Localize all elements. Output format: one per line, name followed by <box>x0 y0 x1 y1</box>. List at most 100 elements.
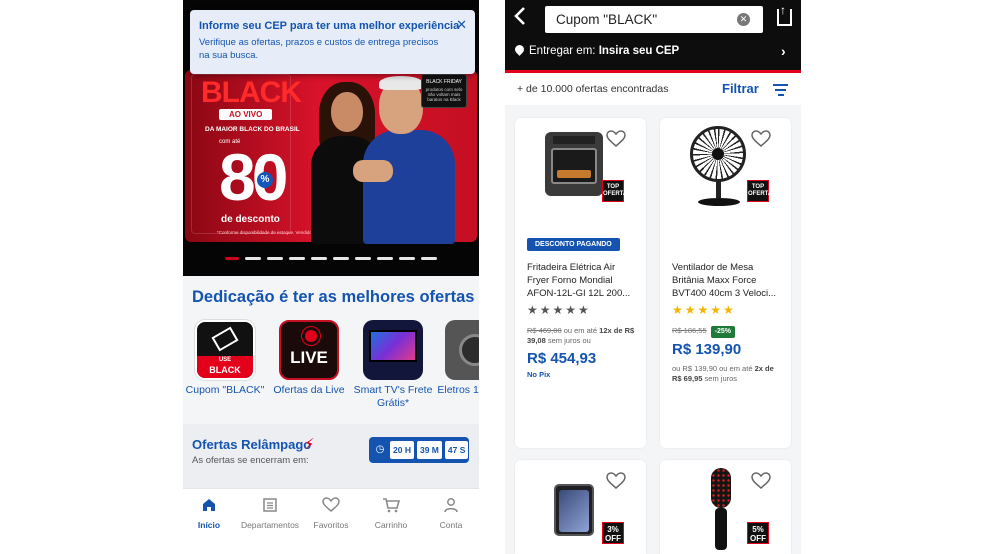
tab-departamentos[interactable]: Departamentos <box>240 497 300 530</box>
tab-label: Início <box>197 520 221 530</box>
banner-maior: DA MAIOR BLACK DO BRASIL <box>205 126 300 133</box>
carousel-dot[interactable] <box>333 257 349 260</box>
search-box[interactable]: ✕ <box>545 6 763 33</box>
cart-icon <box>361 497 421 517</box>
banner-percent-icon: % <box>257 172 273 188</box>
lightning-icon: ⚡ <box>304 436 315 453</box>
chevron-right-icon[interactable]: › <box>781 43 786 59</box>
category-label: Ofertas da Live <box>273 384 345 396</box>
product-name: Fritadeira Elétrica Air Fryer Forno Mond… <box>527 262 631 299</box>
back-arrow-icon[interactable] <box>514 6 526 32</box>
section-title: Dedicação é ter as melhores ofertas <box>192 288 475 306</box>
banner-man-arm <box>353 160 393 182</box>
alt-price: ou R$ 139,90 <box>672 364 718 373</box>
category-cupom-black[interactable]: USE BLACK Cupom "BLACK" <box>185 320 265 397</box>
discount-chip: -25% <box>710 326 735 338</box>
clock-icon: ◷ <box>375 444 385 455</box>
rating-stars: ★★★★★ <box>527 303 591 317</box>
screenshot-stage: BLACK AO VIVO DA MAIOR BLACK DO BRASIL c… <box>0 0 984 554</box>
installment-value: R$ 69,95 <box>672 374 703 383</box>
price-note: No Pix <box>527 370 551 379</box>
filter-button[interactable]: Filtrar <box>722 81 759 96</box>
discount-badge: 5% OFF <box>747 522 769 544</box>
tab-favoritos[interactable]: Favoritos <box>301 497 361 530</box>
product-card[interactable]: TOP OFERTAS DESCONTO PAGANDO Fritadeira … <box>515 118 646 448</box>
installment-count: 2x de <box>754 364 774 373</box>
results-count: + de 10.000 ofertas encontradas <box>517 83 669 95</box>
tab-label: Carrinho <box>374 520 408 530</box>
user-icon <box>421 497 479 517</box>
installment-suffix: sem juros ou <box>545 336 591 345</box>
category-smart-tv[interactable]: Smart TV's Frete Grátis* <box>353 320 433 410</box>
live-icon: LIVE <box>279 320 339 380</box>
coupon-icon: USE BLACK <box>195 320 255 380</box>
product-card[interactable]: 5% OFF <box>660 460 791 554</box>
banner-woman-face <box>331 92 363 132</box>
heart-icon <box>301 497 361 517</box>
discount-badge: 3% OFF <box>602 522 624 544</box>
filter-icon[interactable] <box>773 84 788 99</box>
tab-inicio[interactable]: Início <box>183 497 239 530</box>
tab-label: Conta <box>439 520 463 530</box>
carousel-dot[interactable] <box>267 257 283 260</box>
close-icon[interactable]: ✕ <box>456 17 467 33</box>
category-label: Eletros 12x sem <box>437 384 479 396</box>
product-price: R$ 454,93 <box>527 350 597 367</box>
tv-icon <box>363 320 423 380</box>
home-screen: BLACK AO VIVO DA MAIOR BLACK DO BRASIL c… <box>183 0 479 554</box>
timer-seconds: 47 S <box>444 441 469 459</box>
tab-carrinho[interactable]: Carrinho <box>361 497 421 530</box>
installment-info: R$ 469,00 ou em até 12x de R$ 39,08 sem … <box>527 326 639 346</box>
location-pin-icon <box>513 43 526 56</box>
banner-desconto: de desconto <box>221 214 280 225</box>
cep-popup[interactable]: Informe seu CEP para ter uma melhor expe… <box>190 10 475 74</box>
search-input[interactable] <box>556 9 726 29</box>
carousel-dot[interactable] <box>311 257 327 260</box>
product-card[interactable]: TOP OFERTAS Ventilador de Mesa Britânia … <box>660 118 791 448</box>
installment-info: ou R$ 139,90 ou em até 2x de R$ 69,95 se… <box>672 364 784 384</box>
installment-prefix: ou em até <box>717 364 755 373</box>
category-carousel[interactable]: USE BLACK Cupom "BLACK" LIVE Ofertas da L… <box>183 320 479 412</box>
carousel-dot[interactable] <box>245 257 261 260</box>
banner-discount-number: 80 <box>219 140 288 214</box>
tab-conta[interactable]: Conta <box>421 497 479 530</box>
search-results-screen: ✕ ↑ Entregar em: Insira seu CEP › + de 1… <box>505 0 801 554</box>
share-arrow-icon[interactable]: ↑ <box>780 3 786 17</box>
favorite-heart-icon[interactable] <box>606 130 626 148</box>
carousel-dot[interactable] <box>421 257 437 260</box>
category-label: Smart TV's Frete Grátis* <box>353 384 433 409</box>
flash-title: Ofertas Relâmpago <box>192 437 312 452</box>
carousel-dot[interactable] <box>399 257 415 260</box>
carousel-dot[interactable] <box>289 257 305 260</box>
favorite-heart-icon[interactable] <box>606 472 626 490</box>
clear-search-icon[interactable]: ✕ <box>737 13 750 26</box>
installment-count: 12x de <box>599 326 623 335</box>
top-ofertas-badge: TOP OFERTAS <box>602 180 631 202</box>
product-image <box>545 132 603 196</box>
carousel-dot[interactable] <box>377 257 393 260</box>
fan-base <box>698 198 740 206</box>
banner-man-body <box>363 130 455 244</box>
fan-neck <box>716 180 721 198</box>
category-eletros[interactable]: Eletros 12x sem <box>435 320 479 397</box>
old-price-row: R$ 186,55 -25% <box>672 326 784 338</box>
carousel-dot[interactable] <box>355 257 371 260</box>
product-name: Ventilador de Mesa Britânia Maxx Force B… <box>672 262 777 299</box>
cep-popup-title: Informe seu CEP para ter uma melhor expe… <box>199 20 460 32</box>
product-image <box>711 468 731 508</box>
banner-ao-vivo: AO VIVO <box>219 109 273 120</box>
category-label: Cupom "BLACK" <box>185 384 265 396</box>
favorite-heart-icon[interactable] <box>751 472 771 490</box>
category-ofertas-live[interactable]: LIVE Ofertas da Live <box>269 320 349 397</box>
flash-offers[interactable]: Ofertas Relâmpago ⚡ As ofertas se encerr… <box>183 424 479 488</box>
carousel-dots[interactable] <box>225 257 437 260</box>
top-ofertas-badge: TOP OFERTAS <box>747 180 776 202</box>
rating-stars: ★★★★★ <box>672 303 736 317</box>
search-header: ✕ ↑ Entregar em: Insira seu CEP › <box>505 0 801 70</box>
product-card[interactable]: 3% OFF <box>515 460 646 554</box>
favorite-heart-icon[interactable] <box>751 130 771 148</box>
delivery-location[interactable]: Entregar em: Insira seu CEP <box>513 43 679 57</box>
carousel-dot[interactable] <box>225 257 239 260</box>
discount-tag: DESCONTO PAGANDO <box>527 238 620 251</box>
tab-label: Favoritos <box>313 520 349 530</box>
